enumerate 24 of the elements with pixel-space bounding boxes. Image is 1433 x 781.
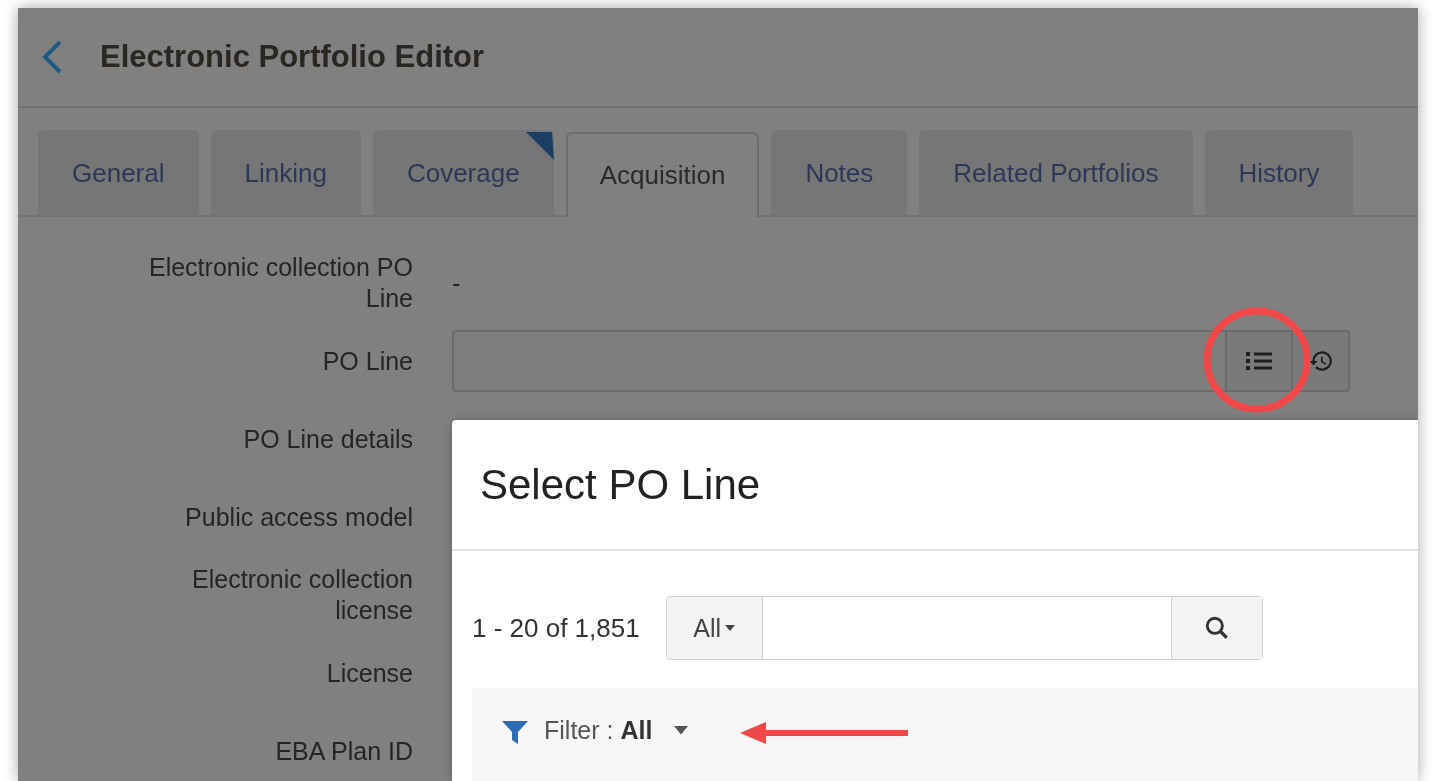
field-label: Electronic collection PO Line	[148, 252, 413, 314]
dialog-title: Select PO Line	[480, 460, 761, 509]
tab[interactable]: Related Portfolios	[919, 130, 1193, 215]
tab[interactable]: History	[1204, 130, 1354, 215]
po-line-field[interactable]	[452, 330, 1225, 392]
list-button[interactable]	[1225, 330, 1293, 392]
field-label: Electronic collection license	[191, 564, 413, 626]
tab[interactable]: Acquisition	[565, 132, 760, 217]
page-title: Electronic Portfolio Editor	[100, 39, 485, 75]
field-label: EBA Plan ID	[274, 735, 413, 767]
list-icon	[1246, 351, 1272, 371]
tab[interactable]: Notes	[771, 130, 908, 215]
tab[interactable]: Linking	[210, 130, 361, 215]
field-label: License	[325, 657, 413, 689]
filter-icon	[502, 721, 528, 745]
field-value: -	[452, 268, 462, 298]
field-label: PO Line details	[242, 423, 413, 455]
tab[interactable]: General	[38, 130, 199, 215]
field-label: PO Line	[321, 345, 413, 377]
tab[interactable]: Coverage	[372, 130, 554, 215]
field-label: Public access model	[184, 501, 413, 533]
caret-icon	[674, 726, 689, 735]
filter-dropdown[interactable]: Filter : All	[544, 716, 689, 745]
result-count: 1 - 20 of 1,851	[472, 612, 640, 644]
